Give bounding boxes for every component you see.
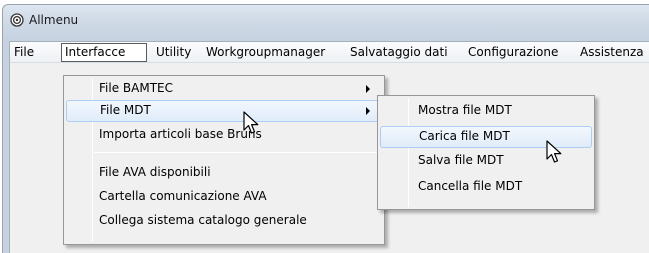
mouse-pointer-icon (546, 140, 562, 163)
menu-item-file-bamtec[interactable]: File BAMTEC (66, 78, 382, 100)
menu-item-label: Salva file MDT (418, 153, 504, 167)
submenu-arrow-icon (366, 107, 370, 115)
menu-item-label: File AVA disponibili (99, 165, 211, 179)
menu-utility[interactable]: Utility (152, 43, 191, 62)
menu-interfacce[interactable]: Interfacce (61, 43, 147, 62)
menu-assistenza[interactable]: Assistenza (576, 43, 644, 62)
menu-item-label: Cancella file MDT (418, 179, 523, 193)
window-title: Allmenu (29, 13, 79, 27)
menu-configurazione[interactable]: Configurazione (464, 43, 558, 62)
menu-item-label: Collega sistema catalogo generale (99, 213, 307, 227)
menu-bar: File Interfacce Utility Workgroupmanager… (10, 42, 649, 63)
interfacce-dropdown: File BAMTEC File MDT Importa articoli ba… (63, 75, 385, 245)
menu-item-collega-catalogo[interactable]: Collega sistema catalogo generale (66, 210, 382, 232)
app-settings-icon[interactable] (10, 13, 24, 27)
menu-item-label: File BAMTEC (99, 81, 173, 95)
title-bar: Allmenu (3, 5, 649, 35)
submenu-arrow-icon (366, 85, 370, 93)
menu-item-file-ava[interactable]: File AVA disponibili (66, 162, 382, 184)
menu-item-file-mdt[interactable]: File MDT (66, 100, 382, 122)
menu-item-cartella-ava[interactable]: Cartella comunicazione AVA (66, 186, 382, 208)
menu-file[interactable]: File (10, 43, 34, 62)
menu-item-label: Importa articoli base Bruns (99, 127, 262, 141)
menu-item-label: Mostra file MDT (418, 103, 512, 117)
menu-item-cancella-file-mdt[interactable]: Cancella file MDT (380, 176, 592, 198)
menu-item-label: Cartella comunicazione AVA (99, 189, 267, 203)
menu-separator (94, 152, 382, 153)
menu-workgroupmanager[interactable]: Workgroupmanager (202, 43, 325, 62)
menu-item-label: File MDT (100, 103, 151, 117)
mouse-pointer-icon (243, 111, 259, 134)
menu-item-mostra-file-mdt[interactable]: Mostra file MDT (380, 100, 592, 122)
menu-item-importa-articoli[interactable]: Importa articoli base Bruns (66, 124, 382, 146)
menu-item-label: Carica file MDT (419, 129, 510, 143)
menu-salvataggio-dati[interactable]: Salvataggio dati (346, 43, 448, 62)
